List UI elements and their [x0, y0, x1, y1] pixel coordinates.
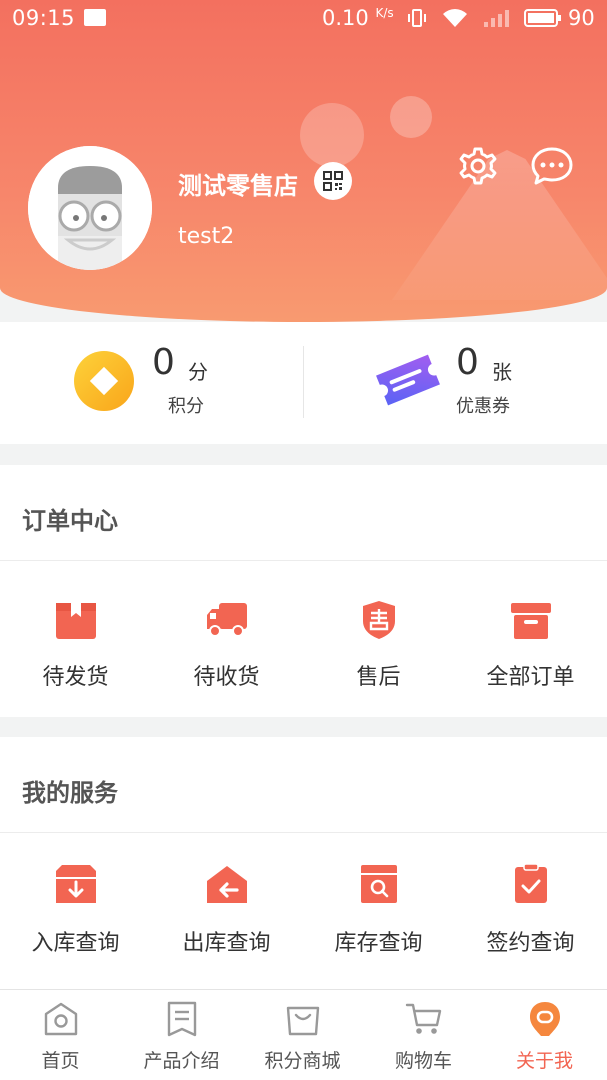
qr-code-button[interactable] — [314, 162, 352, 200]
outbound-house-icon — [207, 866, 247, 903]
section-title: 我的服务 — [22, 779, 118, 807]
inventory-search-icon — [361, 865, 397, 903]
stats-bar: 0 分 积分 0 张 优惠券 — [0, 322, 607, 444]
status-time: 09:15 — [12, 6, 76, 30]
qr-code-icon — [323, 171, 343, 191]
wifi-icon — [443, 9, 467, 27]
my-services-section: 我的服务 入库查询 出库查询 库存查询 签约查询 — [0, 737, 607, 989]
tab-about-me[interactable]: 关于我 — [484, 990, 605, 1080]
service-label: 签约查询 — [486, 931, 575, 956]
order-after-sale[interactable]: 售后 — [303, 561, 454, 711]
decor-bubble — [300, 103, 364, 167]
coupon-label[interactable]: 优惠券 — [456, 392, 510, 418]
home-icon — [44, 1002, 78, 1036]
avatar[interactable] — [28, 146, 152, 270]
coupon-value: 0 — [456, 342, 479, 383]
tab-label: 积分商城 — [264, 1050, 341, 1072]
after-sale-shield-icon — [363, 601, 395, 639]
order-label: 售后 — [356, 665, 401, 690]
package-icon — [56, 603, 96, 639]
service-outbound-query[interactable]: 出库查询 — [151, 833, 302, 983]
status-bar: 09:15 0.10 K/s 90 — [0, 0, 607, 38]
order-all[interactable]: 全部订单 — [455, 561, 606, 711]
stats-divider — [303, 346, 304, 418]
battery-icon — [524, 9, 561, 27]
service-contract-query[interactable]: 签约查询 — [455, 833, 606, 983]
status-net-speed: 0.10 K/s — [322, 6, 394, 30]
settings-gear-icon[interactable] — [458, 146, 498, 186]
clipboard-check-icon — [515, 863, 547, 903]
decor-mountain — [392, 150, 607, 300]
profile-header: 09:15 0.10 K/s 90 测试零售店 test2 — [0, 0, 607, 322]
coupon-ticket-icon[interactable] — [374, 350, 442, 410]
cart-icon — [405, 1003, 442, 1034]
store-name: 测试零售店 — [178, 172, 298, 200]
product-doc-icon — [167, 1001, 197, 1037]
coupon-unit: 张 — [492, 360, 512, 384]
tab-label: 首页 — [41, 1050, 80, 1072]
message-bubble-icon[interactable] — [530, 146, 574, 186]
tab-product-intro[interactable]: 产品介绍 — [121, 990, 242, 1080]
service-inbound-query[interactable]: 入库查询 — [0, 833, 151, 983]
section-title: 订单中心 — [22, 507, 118, 535]
decor-bubble — [390, 96, 432, 138]
service-label: 入库查询 — [31, 931, 120, 956]
tab-home[interactable]: 首页 — [0, 990, 121, 1080]
tab-label: 关于我 — [515, 1050, 573, 1072]
signal-icon — [484, 10, 509, 27]
tab-cart[interactable]: 购物车 — [363, 990, 484, 1080]
inbound-box-icon — [56, 865, 96, 903]
service-inventory-query[interactable]: 库存查询 — [303, 833, 454, 983]
points-label[interactable]: 积分 — [168, 392, 204, 418]
points-unit: 分 — [188, 360, 208, 384]
order-label: 待发货 — [42, 665, 109, 690]
bottom-tab-bar: 首页 产品介绍 积分商城 购物车 关于我 — [0, 989, 607, 1080]
service-label: 库存查询 — [334, 931, 423, 956]
tab-label: 购物车 — [394, 1050, 452, 1072]
cartoon-face-icon — [28, 146, 152, 270]
about-me-icon — [530, 1002, 560, 1036]
battery-level: 90 — [568, 6, 595, 30]
order-label: 全部订单 — [486, 665, 575, 690]
username: test2 — [178, 224, 235, 249]
archive-box-icon — [511, 603, 551, 639]
shopping-bag-icon — [286, 1006, 320, 1036]
points-value: 0 — [152, 342, 175, 383]
points-coin-icon[interactable] — [73, 350, 135, 412]
truck-icon — [207, 603, 247, 637]
image-notification-icon — [84, 9, 106, 26]
vibrate-icon — [408, 9, 426, 27]
service-label: 出库查询 — [182, 931, 271, 956]
tab-label: 产品介绍 — [143, 1050, 220, 1072]
tab-points-mall[interactable]: 积分商城 — [242, 990, 363, 1080]
order-pending-receipt[interactable]: 待收货 — [151, 561, 302, 711]
order-pending-shipment[interactable]: 待发货 — [0, 561, 151, 711]
order-center-section: 订单中心 待发货 待收货 售后 全部订单 — [0, 465, 607, 717]
order-label: 待收货 — [193, 665, 260, 690]
